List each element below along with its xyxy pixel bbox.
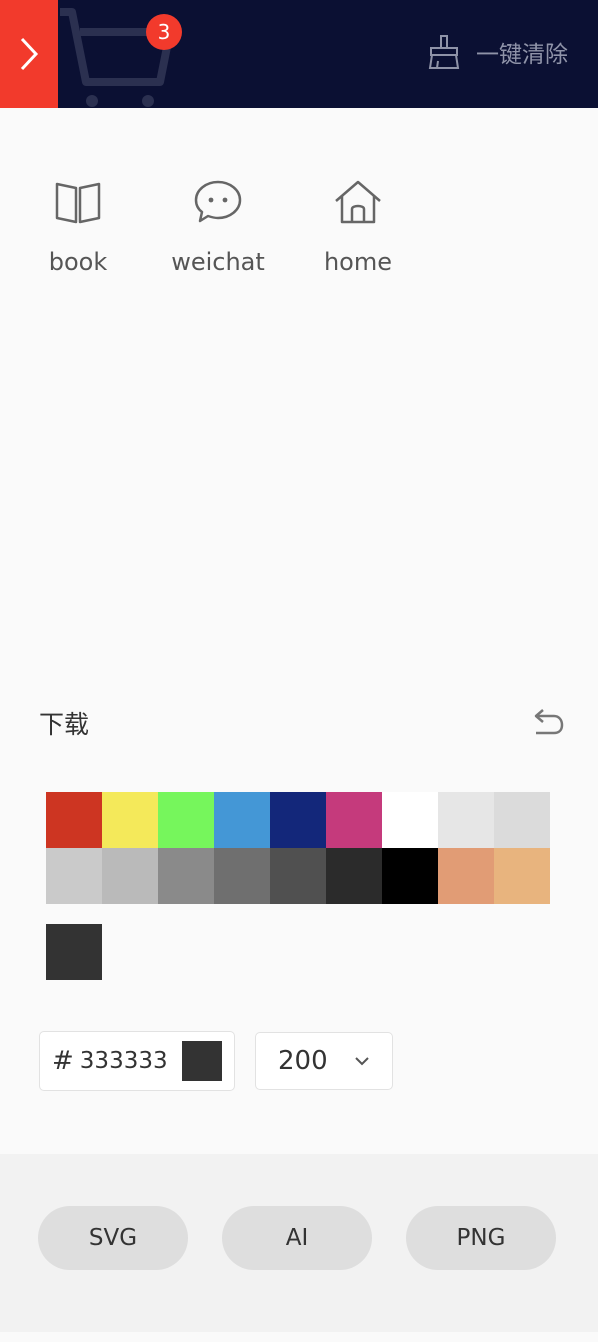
color-swatch[interactable] xyxy=(46,848,102,904)
color-swatch[interactable] xyxy=(382,792,438,848)
hex-color-input[interactable]: # 333333 xyxy=(39,1031,235,1091)
icon-item-book[interactable]: book xyxy=(8,176,148,276)
icon-item-weichat[interactable]: weichat xyxy=(148,176,288,276)
color-preview-swatch xyxy=(182,1041,222,1081)
selected-color-swatch[interactable] xyxy=(46,924,102,980)
color-swatch[interactable] xyxy=(382,848,438,904)
icon-label: home xyxy=(323,248,393,276)
color-swatch[interactable] xyxy=(158,848,214,904)
icon-list: book weichat home xyxy=(8,176,428,276)
cart-count-badge: 3 xyxy=(146,14,182,50)
undo-icon xyxy=(534,709,564,735)
chevron-right-icon xyxy=(20,37,39,71)
color-swatch[interactable] xyxy=(494,848,550,904)
download-png-button[interactable]: PNG xyxy=(406,1206,556,1270)
color-swatch[interactable] xyxy=(438,848,494,904)
broom-icon xyxy=(428,35,460,69)
size-select-value: 200 xyxy=(278,1046,328,1076)
size-select[interactable]: 200 xyxy=(255,1032,393,1090)
color-swatch[interactable] xyxy=(102,848,158,904)
icon-label: weichat xyxy=(171,248,265,276)
clear-all-button[interactable]: 一键清除 xyxy=(428,30,568,74)
hash-label: # xyxy=(52,1046,74,1076)
icon-item-home[interactable]: home xyxy=(288,176,428,276)
icon-label: book xyxy=(48,248,108,276)
color-swatch[interactable] xyxy=(270,848,326,904)
download-title: 下载 xyxy=(39,710,90,739)
color-swatch[interactable] xyxy=(326,848,382,904)
download-svg-button[interactable]: SVG xyxy=(38,1206,188,1270)
color-swatch[interactable] xyxy=(46,792,102,848)
clear-all-label: 一键清除 xyxy=(476,42,568,68)
color-swatch[interactable] xyxy=(214,848,270,904)
chevron-down-icon xyxy=(355,1057,369,1066)
download-ai-button[interactable]: AI xyxy=(222,1206,372,1270)
header-bar: 3 一键清除 xyxy=(0,0,598,108)
undo-button[interactable] xyxy=(530,708,566,740)
color-swatch[interactable] xyxy=(326,792,382,848)
home-icon xyxy=(335,180,381,224)
color-swatch[interactable] xyxy=(158,792,214,848)
collapse-toggle-button[interactable] xyxy=(0,0,58,108)
color-swatch[interactable] xyxy=(102,792,158,848)
color-swatch[interactable] xyxy=(438,792,494,848)
download-format-bar: SVG AI PNG xyxy=(0,1154,598,1332)
book-icon xyxy=(55,182,101,224)
color-swatch[interactable] xyxy=(494,792,550,848)
color-swatch[interactable] xyxy=(270,792,326,848)
color-swatch[interactable] xyxy=(214,792,270,848)
hex-color-value: 333333 xyxy=(79,1048,168,1074)
color-palette xyxy=(46,792,550,904)
wechat-icon xyxy=(194,180,242,223)
